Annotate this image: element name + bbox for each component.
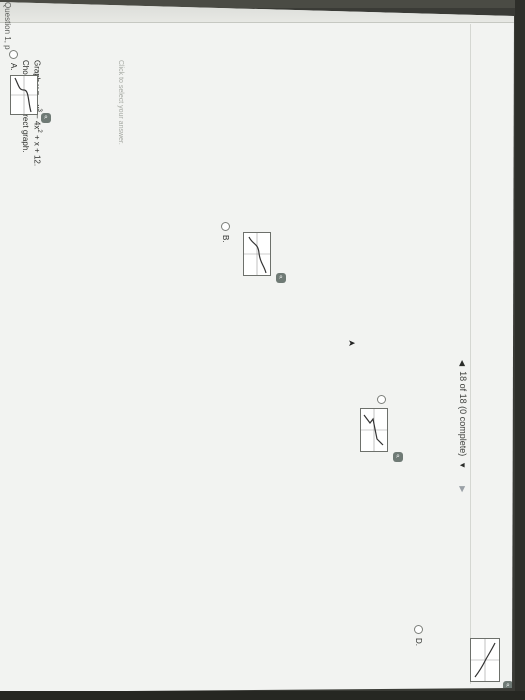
- option-a-zoom-icon[interactable]: ⌕: [41, 113, 51, 123]
- previous-arrow-icon[interactable]: ◀: [459, 360, 468, 366]
- question-navigation: ◀ 18 of 18 (0 complete) ▼ ▶: [458, 360, 468, 492]
- bezel-right: [515, 0, 525, 700]
- dropdown-arrow-icon[interactable]: ▼: [459, 461, 468, 469]
- option-d-radio[interactable]: [414, 625, 423, 634]
- option-c-graph[interactable]: [360, 408, 388, 452]
- option-b-curve: [244, 233, 270, 275]
- option-d-zoom-icon[interactable]: ⌕: [503, 681, 513, 691]
- option-d-label: D.: [414, 638, 423, 646]
- option-c-radio[interactable]: [377, 395, 386, 404]
- screen: Question 1, p ◀ 18 of 18 (0 complete) ▼ …: [0, 2, 514, 692]
- mouse-pointer-icon: ➤: [348, 338, 356, 348]
- option-a-graph[interactable]: [10, 75, 38, 115]
- question-counter: 18 of 18 (0 complete): [458, 371, 468, 457]
- option-b-graph[interactable]: [243, 232, 271, 276]
- option-a-label: A.: [9, 63, 18, 71]
- option-c-curve: [361, 409, 387, 451]
- next-arrow-icon[interactable]: ▶: [459, 486, 468, 492]
- divider: [470, 24, 471, 684]
- question-label: Question 1, p: [3, 2, 12, 50]
- option-d-graph[interactable]: [470, 638, 500, 682]
- option-b-zoom-icon[interactable]: ⌕: [276, 273, 286, 283]
- option-b-label: B.: [221, 235, 230, 243]
- option-a-radio[interactable]: [9, 50, 18, 59]
- bezel-bottom: [0, 691, 525, 700]
- option-c-zoom-icon[interactable]: ⌕: [393, 452, 403, 462]
- option-a-curve: [11, 76, 37, 114]
- option-b-radio[interactable]: [221, 222, 230, 231]
- option-d-curve: [471, 639, 499, 681]
